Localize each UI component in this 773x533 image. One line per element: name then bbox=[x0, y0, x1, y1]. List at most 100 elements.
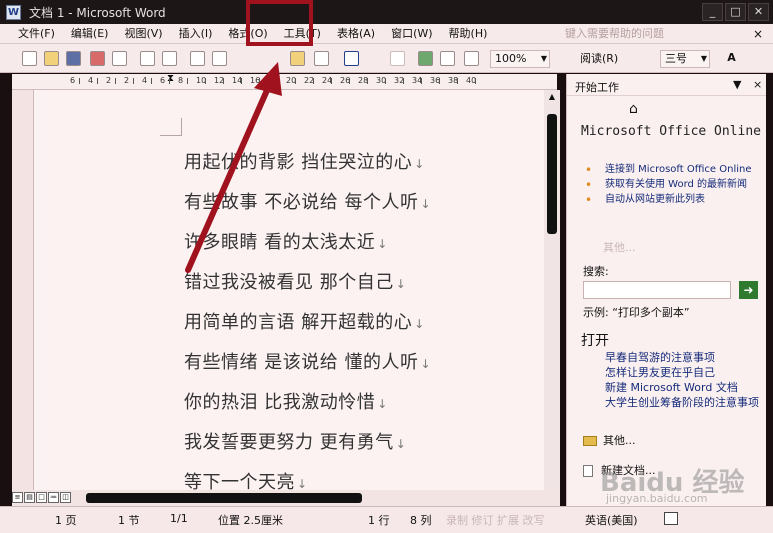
outline-view-icon[interactable]: ≔ bbox=[48, 492, 59, 503]
other-files-link[interactable]: 其他... bbox=[583, 432, 636, 448]
menu-insert[interactable]: 插入(I) bbox=[171, 24, 221, 44]
document-line-text: 我发誓要更努力 更有勇气 bbox=[184, 432, 394, 453]
more-link[interactable]: 其他... bbox=[603, 239, 636, 255]
ruler-tick bbox=[115, 78, 116, 84]
paragraph-mark-icon: ↓ bbox=[414, 317, 425, 331]
document-line[interactable]: 许多眼睛 看的太浅太近 ↓ bbox=[184, 228, 388, 254]
horizontal-scrollbar[interactable]: ≡ ▤ □ ≔ ◫ bbox=[12, 490, 560, 506]
vertical-scrollbar[interactable]: ▲ bbox=[544, 90, 560, 490]
horizontal-ruler[interactable]: ⧗ 6 4 2 2 4 6 8 10 12 14 16 18 20 22 24 26 28 30 32 34 36 38 4… bbox=[12, 74, 557, 90]
document-line[interactable]: 有些情绪 是该说给 懂的人听 ↓ bbox=[184, 348, 431, 374]
status-bar: 1 页 1 节 1/1 位置 2.5厘米 1 行 8 列 录制 修订 扩展 改写… bbox=[0, 506, 773, 533]
document-line[interactable]: 你的热泪 比我激动怜惜 ↓ bbox=[184, 388, 388, 414]
ruler-tick bbox=[169, 78, 170, 84]
document-line-text: 有些故事 不必说给 每个人听 bbox=[184, 192, 419, 213]
print-preview-icon[interactable] bbox=[162, 51, 177, 66]
menu-edit[interactable]: 编辑(E) bbox=[63, 24, 117, 44]
home-icon[interactable]: ⌂ bbox=[629, 101, 638, 117]
document-line[interactable]: 有些故事 不必说给 每个人听 ↓ bbox=[184, 188, 431, 214]
document-area[interactable]: 用起伏的背影 挡住哭泣的心 ↓ 有些故事 不必说给 每个人听 ↓ 许多眼睛 看的太浅太近… bbox=[34, 90, 544, 490]
search-label: 搜索: bbox=[583, 265, 609, 278]
search-example: 示例: “打印多个副本” bbox=[583, 306, 690, 319]
spelling-status-icon[interactable] bbox=[664, 512, 678, 525]
font-size-adjust-icon[interactable]: A bbox=[724, 51, 739, 66]
redo-icon[interactable] bbox=[390, 51, 405, 66]
format-painter-icon[interactable] bbox=[314, 51, 329, 66]
paragraph-mark-icon: ↓ bbox=[377, 237, 388, 251]
recent-file[interactable]: 大学生创业筹备阶段的注意事项 bbox=[605, 397, 765, 409]
minimize-button[interactable]: _ bbox=[702, 3, 723, 21]
print-view-icon[interactable]: □ bbox=[36, 492, 47, 503]
save-icon[interactable] bbox=[66, 51, 81, 66]
task-pane-menu-icon[interactable]: ▼ bbox=[733, 78, 741, 91]
menu-help[interactable]: 帮助(H) bbox=[441, 24, 496, 44]
hyperlink-icon[interactable] bbox=[418, 51, 433, 66]
normal-view-icon[interactable]: ≡ bbox=[12, 492, 23, 503]
document-line[interactable]: 等下一个天亮 ↓ bbox=[184, 468, 308, 490]
ruler-number: 6 bbox=[160, 76, 166, 85]
undo-icon[interactable] bbox=[344, 51, 359, 66]
research-icon[interactable] bbox=[212, 51, 227, 66]
document-close-icon[interactable]: × bbox=[753, 24, 763, 44]
standard-toolbar: 100% ▼ 阅读(R) 三号 ▼ A bbox=[0, 44, 773, 73]
font-size-select[interactable]: 三号 ▼ bbox=[660, 50, 710, 68]
ruler-number: 2 bbox=[124, 76, 130, 85]
paragraph-mark-icon: ↓ bbox=[377, 397, 388, 411]
read-mode-button[interactable]: 阅读(R) bbox=[580, 50, 618, 68]
chevron-down-icon: ▼ bbox=[540, 54, 548, 63]
new-document-icon[interactable] bbox=[22, 51, 37, 66]
menu-view[interactable]: 视图(V) bbox=[116, 24, 170, 44]
tables-borders-icon[interactable] bbox=[440, 51, 455, 66]
ruler-tick bbox=[259, 78, 260, 84]
help-search-input[interactable]: 键入需要帮助的问题 bbox=[565, 24, 765, 44]
link-auto-update[interactable]: 自动从网站更新此列表 bbox=[585, 194, 765, 206]
view-buttons: ≡ ▤ □ ≔ ◫ bbox=[12, 492, 71, 503]
insert-table-icon[interactable] bbox=[464, 51, 479, 66]
ruler-number: 8 bbox=[178, 76, 184, 85]
status-section: 1 节 bbox=[118, 514, 140, 527]
status-modes[interactable]: 录制 修订 扩展 改写 bbox=[446, 512, 545, 528]
zoom-select[interactable]: 100% ▼ bbox=[490, 50, 550, 68]
paste-icon[interactable] bbox=[290, 51, 305, 66]
spelling-icon[interactable] bbox=[190, 51, 205, 66]
vertical-scroll-thumb[interactable] bbox=[547, 114, 557, 234]
document-line[interactable]: 用简单的言语 解开超载的心 ↓ bbox=[184, 308, 425, 334]
document-line[interactable]: 我发誓要更努力 更有勇气 ↓ bbox=[184, 428, 406, 454]
zoom-value: 100% bbox=[495, 52, 527, 65]
window-title: 文档 1 - Microsoft Word bbox=[29, 5, 166, 20]
web-view-icon[interactable]: ▤ bbox=[24, 492, 35, 503]
search-go-button[interactable]: ➜ bbox=[739, 281, 758, 299]
document-line[interactable]: 错过我没被看见 那个自己 ↓ bbox=[184, 268, 406, 294]
document-page[interactable]: 用起伏的背影 挡住哭泣的心 ↓ 有些故事 不必说给 每个人听 ↓ 许多眼睛 看的太浅太近… bbox=[48, 90, 544, 490]
document-line[interactable]: 用起伏的背影 挡住哭泣的心 ↓ bbox=[184, 148, 425, 174]
task-pane-close-icon[interactable]: × bbox=[753, 78, 762, 91]
recent-file[interactable]: 新建 Microsoft Word 文档 bbox=[605, 382, 765, 394]
recent-file[interactable]: 早春自驾游的注意事项 bbox=[605, 352, 765, 364]
print-icon[interactable] bbox=[140, 51, 155, 66]
ruler-tick bbox=[79, 78, 80, 84]
task-pane-header: 开始工作 ▼ × bbox=[567, 74, 766, 96]
permission-icon[interactable] bbox=[90, 51, 105, 66]
link-connect-office-online[interactable]: 连接到 Microsoft Office Online bbox=[585, 164, 765, 176]
vertical-ruler bbox=[12, 90, 34, 490]
maximize-button[interactable]: □ bbox=[725, 3, 746, 21]
menu-table[interactable]: 表格(A) bbox=[329, 24, 383, 44]
paragraph-mark-icon: ↓ bbox=[414, 157, 425, 171]
scroll-up-icon[interactable]: ▲ bbox=[544, 90, 560, 104]
chevron-down-icon: ▼ bbox=[700, 54, 708, 63]
search-input[interactable] bbox=[583, 281, 731, 299]
horizontal-scroll-thumb[interactable] bbox=[86, 493, 362, 503]
document-line-text: 有些情绪 是该说给 懂的人听 bbox=[184, 352, 419, 373]
reading-view-icon[interactable]: ◫ bbox=[60, 492, 71, 503]
close-button[interactable]: ✕ bbox=[748, 3, 769, 21]
other-files-label: 其他... bbox=[603, 434, 636, 447]
open-folder-icon[interactable] bbox=[44, 51, 59, 66]
document-line-text: 许多眼睛 看的太浅太近 bbox=[184, 232, 376, 253]
ruler-tick bbox=[403, 78, 404, 84]
email-icon[interactable] bbox=[112, 51, 127, 66]
recent-file[interactable]: 怎样让男友更在乎自己 bbox=[605, 367, 765, 379]
menu-file[interactable]: 文件(F) bbox=[10, 24, 63, 44]
menu-window[interactable]: 窗口(W) bbox=[383, 24, 440, 44]
link-latest-news[interactable]: 获取有关使用 Word 的最新新闻 bbox=[585, 179, 765, 191]
document-line-text: 用简单的言语 解开超载的心 bbox=[184, 312, 413, 333]
